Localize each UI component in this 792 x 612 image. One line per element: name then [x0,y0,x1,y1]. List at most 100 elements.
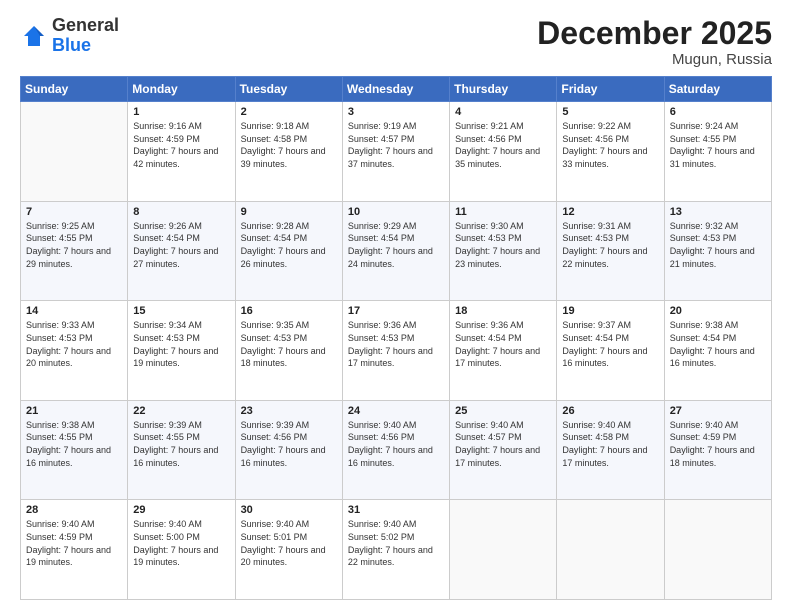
day-number: 26 [562,405,658,417]
calendar-cell: 21 Sunrise: 9:38 AMSunset: 4:55 PMDayligh… [21,400,128,500]
day-number: 17 [348,305,444,317]
day-number: 23 [241,405,337,417]
cell-text: Sunrise: 9:18 AMSunset: 4:58 PMDaylight:… [241,120,337,170]
calendar-week-row: 7 Sunrise: 9:25 AMSunset: 4:55 PMDaylight… [21,201,772,301]
location: Mugun, Russia [537,51,772,68]
calendar-cell: 2 Sunrise: 9:18 AMSunset: 4:58 PMDaylight… [235,102,342,202]
cell-text: Sunrise: 9:16 AMSunset: 4:59 PMDaylight:… [133,120,229,170]
cell-text: Sunrise: 9:40 AMSunset: 4:56 PMDaylight:… [348,419,444,469]
calendar-cell: 5 Sunrise: 9:22 AMSunset: 4:56 PMDaylight… [557,102,664,202]
cell-text: Sunrise: 9:35 AMSunset: 4:53 PMDaylight:… [241,319,337,369]
day-number: 31 [348,504,444,516]
calendar-cell: 14Sunrise: 9:33 AMSunset: 4:53 PMDayligh… [21,301,128,401]
cell-text: Sunrise: 9:40 AMSunset: 4:58 PMDaylight:… [562,419,658,469]
cell-text: Sunrise: 9:33 AMSunset: 4:53 PMDaylight:… [26,319,122,369]
day-number: 15 [133,305,229,317]
cell-text: Sunrise: 9:29 AMSunset: 4:54 PMDaylight:… [348,220,444,270]
calendar-week-row: 1 Sunrise: 9:16 AMSunset: 4:59 PMDaylight… [21,102,772,202]
cell-text: Sunrise: 9:37 AMSunset: 4:54 PMDaylight:… [562,319,658,369]
calendar-cell: 16Sunrise: 9:35 AMSunset: 4:53 PMDayligh… [235,301,342,401]
cell-text: Sunrise: 9:36 AMSunset: 4:53 PMDaylight:… [348,319,444,369]
calendar-cell [450,500,557,600]
weekday-header: Saturday [664,77,771,102]
day-number: 11 [455,206,551,218]
cell-text: Sunrise: 9:40 AMSunset: 4:57 PMDaylight:… [455,419,551,469]
header: General Blue December 2025 Mugun, Russia [20,16,772,68]
day-number: 7 [26,206,122,218]
day-number: 21 [26,405,122,417]
day-number: 18 [455,305,551,317]
cell-text: Sunrise: 9:28 AMSunset: 4:54 PMDaylight:… [241,220,337,270]
calendar-cell: 24 Sunrise: 9:40 AMSunset: 4:56 PMDayligh… [342,400,449,500]
cell-text: Sunrise: 9:39 AMSunset: 4:55 PMDaylight:… [133,419,229,469]
calendar-cell: 25 Sunrise: 9:40 AMSunset: 4:57 PMDayligh… [450,400,557,500]
cell-text: Sunrise: 9:25 AMSunset: 4:55 PMDaylight:… [26,220,122,270]
calendar-week-row: 28 Sunrise: 9:40 AMSunset: 4:59 PMDayligh… [21,500,772,600]
calendar-cell: 27 Sunrise: 9:40 AMSunset: 4:59 PMDayligh… [664,400,771,500]
cell-text: Sunrise: 9:39 AMSunset: 4:56 PMDaylight:… [241,419,337,469]
cell-text: Sunrise: 9:21 AMSunset: 4:56 PMDaylight:… [455,120,551,170]
day-number: 12 [562,206,658,218]
weekday-header: Tuesday [235,77,342,102]
calendar-cell: 7 Sunrise: 9:25 AMSunset: 4:55 PMDaylight… [21,201,128,301]
day-number: 6 [670,106,766,118]
month-title: December 2025 [537,16,772,51]
logo-icon [20,22,48,50]
cell-text: Sunrise: 9:30 AMSunset: 4:53 PMDaylight:… [455,220,551,270]
calendar-cell: 3 Sunrise: 9:19 AMSunset: 4:57 PMDaylight… [342,102,449,202]
day-number: 30 [241,504,337,516]
calendar-cell [664,500,771,600]
cell-text: Sunrise: 9:40 AMSunset: 4:59 PMDaylight:… [670,419,766,469]
day-number: 5 [562,106,658,118]
day-number: 19 [562,305,658,317]
weekday-header: Thursday [450,77,557,102]
cell-text: Sunrise: 9:40 AMSunset: 5:02 PMDaylight:… [348,518,444,568]
calendar-week-row: 14Sunrise: 9:33 AMSunset: 4:53 PMDayligh… [21,301,772,401]
calendar-cell: 17 Sunrise: 9:36 AMSunset: 4:53 PMDayligh… [342,301,449,401]
day-number: 4 [455,106,551,118]
cell-text: Sunrise: 9:24 AMSunset: 4:55 PMDaylight:… [670,120,766,170]
calendar-cell: 31 Sunrise: 9:40 AMSunset: 5:02 PMDayligh… [342,500,449,600]
day-number: 1 [133,106,229,118]
day-number: 27 [670,405,766,417]
title-block: December 2025 Mugun, Russia [537,16,772,68]
cell-text: Sunrise: 9:40 AMSunset: 4:59 PMDaylight:… [26,518,122,568]
day-number: 28 [26,504,122,516]
day-number: 20 [670,305,766,317]
logo-text: General Blue [52,16,119,56]
weekday-header: Monday [128,77,235,102]
calendar-cell: 28 Sunrise: 9:40 AMSunset: 4:59 PMDayligh… [21,500,128,600]
day-number: 25 [455,405,551,417]
day-number: 24 [348,405,444,417]
day-number: 3 [348,106,444,118]
cell-text: Sunrise: 9:38 AMSunset: 4:54 PMDaylight:… [670,319,766,369]
day-number: 10 [348,206,444,218]
cell-text: Sunrise: 9:38 AMSunset: 4:55 PMDaylight:… [26,419,122,469]
calendar-cell: 10 Sunrise: 9:29 AMSunset: 4:54 PMDayligh… [342,201,449,301]
cell-text: Sunrise: 9:22 AMSunset: 4:56 PMDaylight:… [562,120,658,170]
calendar-cell: 18Sunrise: 9:36 AMSunset: 4:54 PMDayligh… [450,301,557,401]
calendar-cell [21,102,128,202]
calendar-cell: 8 Sunrise: 9:26 AMSunset: 4:54 PMDaylight… [128,201,235,301]
calendar-cell: 23 Sunrise: 9:39 AMSunset: 4:56 PMDayligh… [235,400,342,500]
logo-blue: Blue [52,35,91,55]
day-number: 2 [241,106,337,118]
day-number: 9 [241,206,337,218]
calendar-cell: 30Sunrise: 9:40 AMSunset: 5:01 PMDayligh… [235,500,342,600]
cell-text: Sunrise: 9:34 AMSunset: 4:53 PMDaylight:… [133,319,229,369]
cell-text: Sunrise: 9:19 AMSunset: 4:57 PMDaylight:… [348,120,444,170]
calendar-cell: 13Sunrise: 9:32 AMSunset: 4:53 PMDayligh… [664,201,771,301]
day-number: 8 [133,206,229,218]
calendar-cell: 26 Sunrise: 9:40 AMSunset: 4:58 PMDayligh… [557,400,664,500]
calendar-cell: 9 Sunrise: 9:28 AMSunset: 4:54 PMDaylight… [235,201,342,301]
cell-text: Sunrise: 9:26 AMSunset: 4:54 PMDaylight:… [133,220,229,270]
cell-text: Sunrise: 9:32 AMSunset: 4:53 PMDaylight:… [670,220,766,270]
weekday-header: Friday [557,77,664,102]
day-number: 29 [133,504,229,516]
cell-text: Sunrise: 9:31 AMSunset: 4:53 PMDaylight:… [562,220,658,270]
calendar-week-row: 21 Sunrise: 9:38 AMSunset: 4:55 PMDayligh… [21,400,772,500]
calendar-cell: 1 Sunrise: 9:16 AMSunset: 4:59 PMDaylight… [128,102,235,202]
cell-text: Sunrise: 9:40 AMSunset: 5:00 PMDaylight:… [133,518,229,568]
logo-general: General [52,15,119,35]
day-number: 22 [133,405,229,417]
